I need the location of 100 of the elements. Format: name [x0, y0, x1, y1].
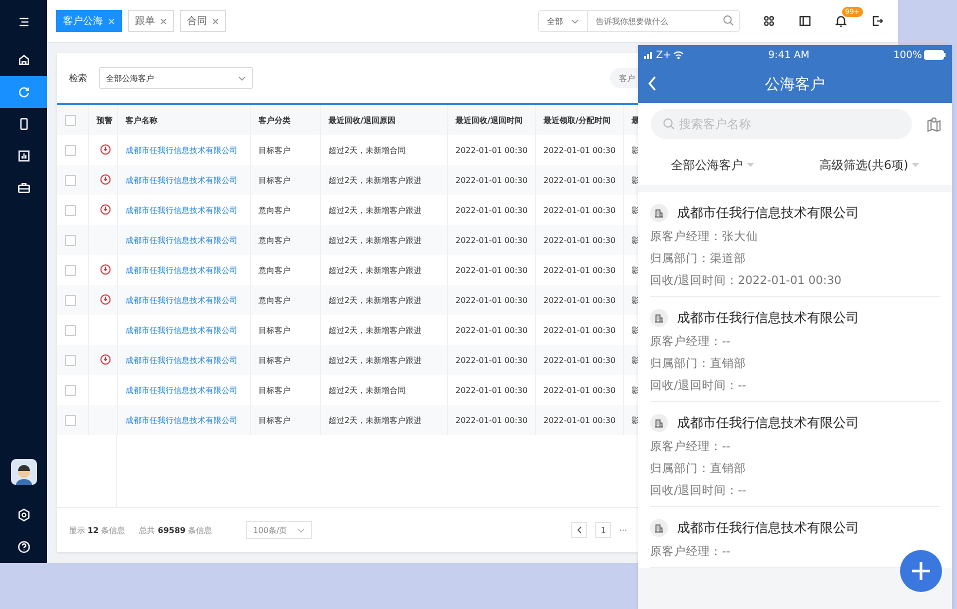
chevron-down-icon	[571, 17, 579, 25]
customer-name-link[interactable]: 成都市任我行信息技术有限公司	[126, 206, 238, 214]
table-cell: 目标客户	[258, 146, 290, 154]
table-cell: 2022-01-01 00:30	[544, 386, 616, 394]
table-cell: 2022-01-01 00:30	[456, 236, 528, 244]
building-icon	[650, 519, 668, 537]
row-checkbox[interactable]	[65, 384, 76, 396]
avatar-icon[interactable]	[10, 459, 36, 485]
signal-icon	[644, 51, 654, 59]
customer-name-link[interactable]: 成都市任我行信息技术有限公司	[126, 146, 238, 154]
page-button[interactable]: 1	[595, 522, 612, 538]
add-button[interactable]	[900, 550, 942, 592]
search-icon	[663, 118, 675, 130]
select-all-checkbox[interactable]	[65, 114, 76, 126]
bell-icon[interactable]	[834, 14, 848, 28]
status-time: 9:41 AM	[768, 50, 810, 60]
chevron-left-icon	[576, 526, 583, 534]
row-checkbox[interactable]	[65, 264, 76, 276]
table-cell: 超过2天，未新增客户跟进	[328, 326, 422, 334]
customer-field: 回收/退回时间：--	[650, 378, 940, 393]
table-cell: 意向客户	[258, 296, 290, 304]
table-cell: 超过2天，未新增合同	[328, 386, 406, 394]
table-cell: 2022-01-01 00:30	[456, 416, 528, 424]
customer-field: 回收/退回时间：--	[650, 483, 940, 498]
map-pin-icon[interactable]	[926, 116, 942, 132]
prev-page-button[interactable]	[571, 522, 588, 538]
apps-icon[interactable]	[762, 14, 776, 28]
customer-field: 原客户经理：--	[650, 439, 940, 454]
caret-down-icon	[746, 162, 754, 168]
table-cell: 意向客户	[258, 236, 290, 244]
row-checkbox[interactable]	[65, 144, 76, 156]
search-icon[interactable]	[723, 15, 734, 26]
customer-name[interactable]: 成都市任我行信息技术有限公司	[677, 414, 859, 432]
building-icon	[650, 414, 668, 432]
tab[interactable]: 合同	[180, 10, 226, 32]
back-icon[interactable]	[648, 76, 657, 91]
table-cell: 2022-01-01 00:30	[544, 356, 616, 364]
table-cell: 超过2天，未新增客户跟进	[328, 266, 422, 274]
customer-name[interactable]: 成都市任我行信息技术有限公司	[677, 309, 859, 327]
column-header: 客户分类	[258, 116, 290, 124]
customer-name[interactable]: 成都市任我行信息技术有限公司	[677, 204, 859, 222]
scope-dropdown[interactable]: 全部	[538, 10, 588, 32]
plus-icon	[910, 560, 932, 582]
table-cell: 2022-01-01 00:30	[544, 326, 616, 334]
customer-name[interactable]: 成都市任我行信息技术有限公司	[677, 519, 859, 537]
filter-dropdown[interactable]: 全部公海客户	[670, 156, 754, 174]
customer-name-link[interactable]: 成都市任我行信息技术有限公司	[126, 326, 238, 334]
table-cell: 2022-01-01 00:30	[456, 266, 528, 274]
column-header: 客户名称	[126, 116, 158, 124]
customer-search-field[interactable]: 客户	[610, 68, 638, 88]
customer-name-link[interactable]: 成都市任我行信息技术有限公司	[126, 266, 238, 274]
battery-label: 100%	[893, 50, 922, 60]
table-cell: 意向客户	[258, 206, 290, 214]
caret-down-icon	[912, 162, 920, 168]
table-cell: 超过2天，未新增合同	[328, 146, 406, 154]
customer-field: 归属部门：直销部	[650, 461, 940, 476]
customer-field: 原客户经理：--	[650, 544, 940, 559]
table-cell: 2022-01-01 00:30	[544, 416, 616, 424]
table-cell: 2022-01-01 00:30	[544, 236, 616, 244]
panel-icon[interactable]	[798, 14, 812, 28]
table-cell: 目标客户	[258, 356, 290, 364]
battery-icon	[924, 50, 946, 60]
customer-filter-dropdown[interactable]: 全部公海客户	[99, 67, 253, 89]
page-size-dropdown[interactable]: 100条/页	[246, 521, 312, 539]
table-cell: 2022-01-01 00:30	[456, 296, 528, 304]
chevron-down-icon	[238, 74, 246, 82]
search-field[interactable]: 告诉我你想要做什么	[588, 10, 740, 32]
table-cell: 2022-01-01 00:30	[456, 176, 528, 184]
table-cell: 2022-01-01 00:30	[456, 206, 528, 214]
table-cell: 2022-01-01 00:30	[544, 266, 616, 274]
customer-field: 回收/退回时间：2022-01-01 00:30	[650, 273, 940, 288]
row-checkbox[interactable]	[65, 354, 76, 366]
row-checkbox[interactable]	[65, 294, 76, 306]
close-icon[interactable]	[160, 18, 167, 24]
table-cell: 超过2天，未新增客户跟进	[328, 236, 422, 244]
table-cell: 目标客户	[258, 386, 290, 394]
customer-name-link[interactable]: 成都市任我行信息技术有限公司	[126, 386, 238, 394]
tab[interactable]: 客户公海	[56, 10, 122, 32]
phone-title: 公海客户	[765, 74, 825, 94]
table-cell: 超过2天，未新增客户跟进	[328, 176, 422, 184]
tab[interactable]: 跟单	[128, 10, 174, 32]
filter-dropdown[interactable]: 高级筛选(共6项)	[819, 156, 920, 174]
row-checkbox[interactable]	[65, 204, 76, 216]
column-header: 最近回收/退回原因	[328, 116, 396, 124]
table-cell: 超过2天，未新增客户跟进	[328, 206, 422, 214]
table-cell: 2022-01-01 00:30	[544, 206, 616, 214]
row-checkbox[interactable]	[65, 324, 76, 336]
row-checkbox[interactable]	[65, 174, 76, 186]
more-pages-button[interactable]: ···	[619, 526, 627, 534]
building-icon	[650, 204, 668, 222]
table-cell: 2022-01-01 00:30	[456, 356, 528, 364]
logout-icon[interactable]	[870, 14, 884, 28]
close-icon[interactable]	[212, 18, 219, 24]
table-cell: 目标客户	[258, 326, 290, 334]
row-checkbox[interactable]	[65, 234, 76, 246]
customer-field: 归属部门：渠道部	[650, 251, 940, 266]
customer-field: 归属部门：直销部	[650, 356, 940, 371]
carrier-label: Z+	[656, 50, 672, 60]
row-checkbox[interactable]	[65, 414, 76, 426]
table-cell: 2022-01-01 00:30	[544, 296, 616, 304]
